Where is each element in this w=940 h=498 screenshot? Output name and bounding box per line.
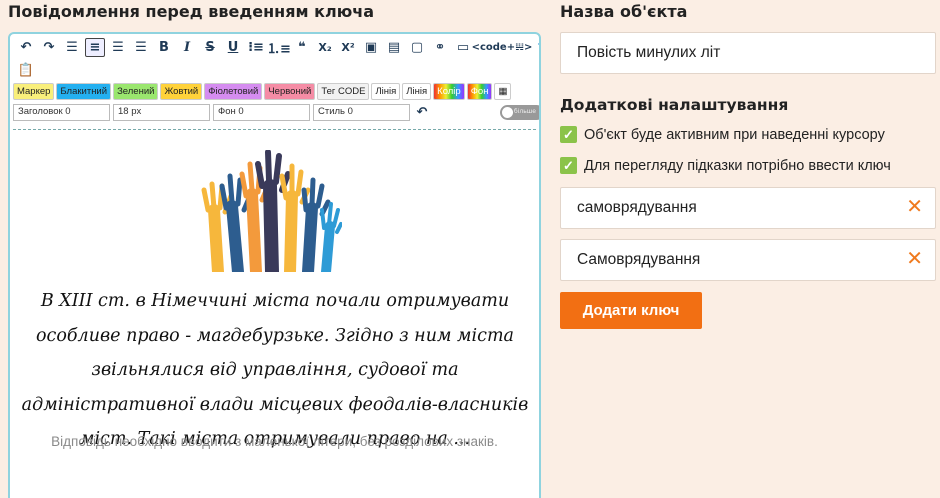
format-selects: Заголовок 0 18 px Фон 0 Стиль 0 ↶ більше xyxy=(13,103,539,122)
table-icon[interactable]: ▦ xyxy=(494,83,512,100)
add-key-button[interactable]: Додати ключ xyxy=(560,292,702,329)
heading-select[interactable]: Заголовок 0 xyxy=(13,104,110,121)
divider xyxy=(13,129,536,130)
format-chips: Маркер Блакитний Зелений Жовтий Фіолетовий Че… xyxy=(13,83,512,100)
format-chip[interactable]: Зелений xyxy=(113,83,159,100)
align-center-icon[interactable]: ≡ xyxy=(85,38,105,57)
close-icon[interactable]: ✕ xyxy=(906,249,923,269)
align-right-icon[interactable]: ☰ xyxy=(108,38,128,57)
align-left-icon[interactable]: ☰ xyxy=(62,38,82,57)
bullet-list-icon[interactable]: ⁝≡ xyxy=(246,38,266,57)
strikethrough-icon[interactable]: S xyxy=(200,38,220,57)
align-justify-icon[interactable]: ☰ xyxy=(131,38,151,57)
object-name-input[interactable]: Повість минулих літ xyxy=(560,32,936,74)
quote-icon[interactable]: ❝ xyxy=(292,38,312,57)
raised-hands-image xyxy=(201,150,342,272)
clipboard-icon[interactable]: 📋 xyxy=(16,61,36,80)
paste-image-icon[interactable]: ▤ xyxy=(384,38,404,57)
key-value: Самоврядування xyxy=(577,251,701,268)
format-chip[interactable]: Лінія xyxy=(402,83,432,100)
extra-settings-label: Додаткові налаштування xyxy=(560,96,789,114)
reset-icon[interactable]: ↶ xyxy=(413,103,431,122)
numbered-list-icon[interactable]: ⒈≡ xyxy=(267,38,291,57)
editor-body-text[interactable]: В XIII ст. в Німеччині міста почали отри… xyxy=(20,284,530,457)
style-select[interactable]: Стиль 0 xyxy=(313,104,410,121)
format-chip[interactable]: Фіолетовий xyxy=(204,83,263,100)
bold-icon[interactable]: B xyxy=(154,38,174,57)
comment-icon[interactable]: ▭ xyxy=(453,38,473,57)
collapse-icon[interactable]: ⌃ xyxy=(531,38,539,57)
format-chip[interactable]: Лінія xyxy=(371,83,401,100)
answer-hint: Відповідь необхідно вводити з маленької … xyxy=(51,434,498,449)
format-chip[interactable]: Маркер xyxy=(13,83,55,100)
require-key-label: Для перегляду підказки потрібно ввести к… xyxy=(584,157,891,174)
key-input-1[interactable]: самоврядування ✕ xyxy=(560,187,936,229)
format-chip[interactable]: Тег CODE xyxy=(317,83,370,100)
editor-toolbar: ↶ ↷ ☰ ≡ ☰ ☰ B I S U ⁝≡ ⒈≡ ❝ X₂ X² ▣ ▤ ▢ … xyxy=(13,38,539,57)
font-size-select[interactable]: 18 px xyxy=(113,104,210,121)
close-icon[interactable]: ✕ xyxy=(906,197,923,217)
require-key-checkbox[interactable]: ✓ Для перегляду підказки потрібно ввести… xyxy=(560,157,891,174)
subscript-icon[interactable]: X₂ xyxy=(315,38,335,57)
link-icon[interactable]: ⚭ xyxy=(430,38,450,57)
code-button[interactable]: <code+𝍏> xyxy=(472,38,533,57)
format-chip[interactable]: Блакитний xyxy=(56,83,112,100)
undo-icon[interactable]: ↶ xyxy=(16,38,36,57)
more-toggle[interactable]: більше xyxy=(500,105,539,120)
checkmark-icon[interactable]: ✓ xyxy=(560,157,577,174)
checkmark-icon[interactable]: ✓ xyxy=(560,126,577,143)
hover-active-checkbox[interactable]: ✓ Об'єкт буде активним при наведенні кур… xyxy=(560,126,885,143)
format-chip[interactable]: Червоний xyxy=(264,83,316,100)
key-input-2[interactable]: Самоврядування ✕ xyxy=(560,239,936,281)
underline-icon[interactable]: U xyxy=(223,38,243,57)
editor-title: Повідомлення перед введенням ключа xyxy=(8,2,375,21)
image-icon[interactable]: ▣ xyxy=(361,38,381,57)
message-editor[interactable]: ↶ ↷ ☰ ≡ ☰ ☰ B I S U ⁝≡ ⒈≡ ❝ X₂ X² ▣ ▤ ▢ … xyxy=(8,32,541,498)
format-chip[interactable]: Фон xyxy=(466,83,493,100)
key-value: самоврядування xyxy=(577,199,697,216)
format-chip[interactable]: Колір xyxy=(433,83,465,100)
object-name-label: Назва об'єкта xyxy=(560,2,688,21)
document-icon[interactable]: ▢ xyxy=(407,38,427,57)
format-chip[interactable]: Жовтий xyxy=(160,83,203,100)
redo-icon[interactable]: ↷ xyxy=(39,38,59,57)
hover-active-label: Об'єкт буде активним при наведенні курсо… xyxy=(584,126,885,143)
superscript-icon[interactable]: X² xyxy=(338,38,358,57)
italic-icon[interactable]: I xyxy=(177,38,197,57)
background-select[interactable]: Фон 0 xyxy=(213,104,310,121)
